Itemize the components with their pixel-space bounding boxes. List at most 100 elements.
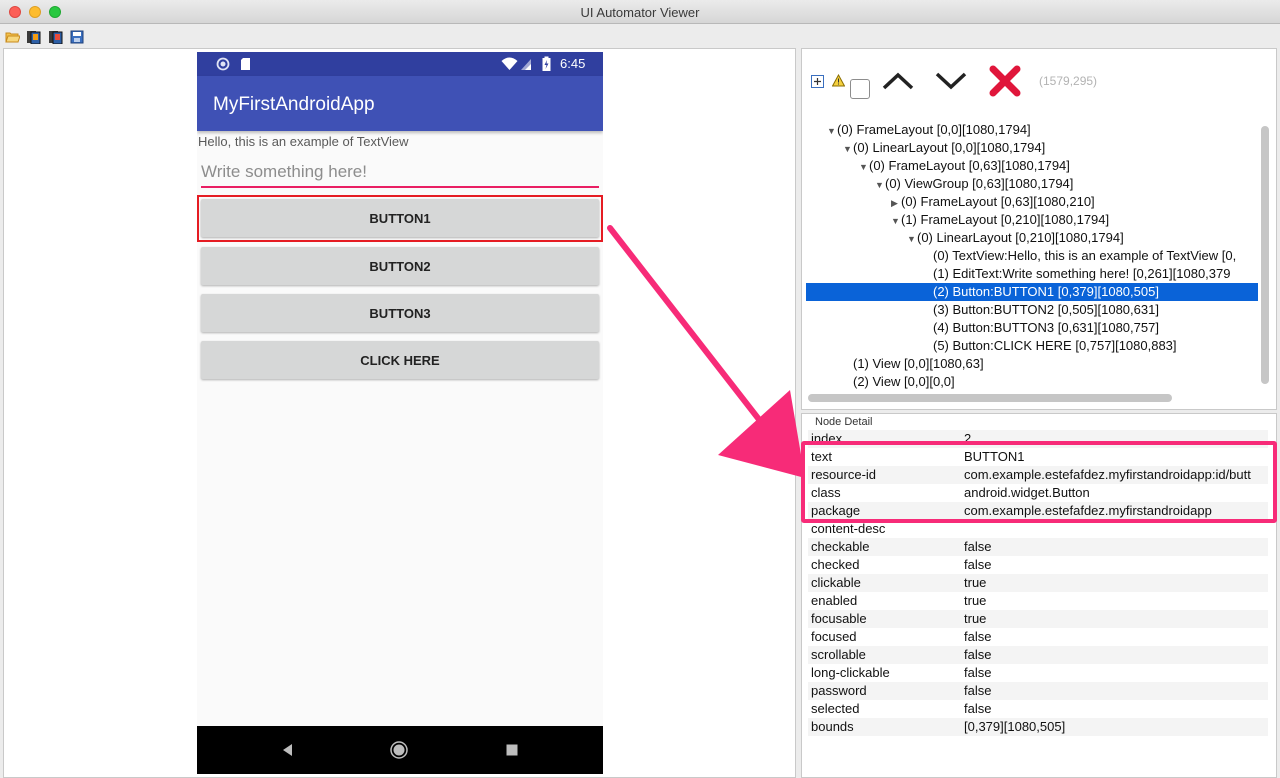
app-toolbar: MyFirstAndroidApp (197, 76, 603, 131)
annotation-arrow (607, 225, 805, 478)
detail-key: clickable (811, 575, 861, 590)
recents-icon[interactable] (506, 744, 518, 756)
tree-node-label: (0) FrameLayout [0,63][1080,210] (901, 194, 1095, 209)
detail-value: false (964, 629, 992, 644)
detail-row-selected: selected false (808, 700, 1268, 718)
detail-key: selected (811, 701, 860, 716)
window-title: UI Automator Viewer (580, 5, 700, 20)
warning-icon[interactable] (832, 74, 845, 87)
detail-row-checkable: checkable false (808, 538, 1268, 556)
button2[interactable]: BUTTON2 (201, 247, 599, 285)
android-status-bar: 6:45 (197, 52, 603, 76)
detail-key: scrollable (811, 647, 866, 662)
tree-horizontal-scrollbar[interactable] (808, 394, 1172, 402)
tree-node[interactable]: ▼(0) LinearLayout [0,210][1080,1794] (806, 229, 1258, 247)
detail-value: false (964, 539, 992, 554)
chevron-up-icon[interactable] (881, 70, 915, 92)
collapse-triangle-icon[interactable]: ▼ (843, 140, 853, 158)
collapse-triangle-icon[interactable]: ▼ (827, 122, 837, 140)
save-icon[interactable] (70, 30, 85, 44)
tree-node-label: (1) View [0,0][1080,63] (853, 356, 984, 371)
detail-key: checked (811, 557, 860, 572)
tree-node[interactable]: (5) Button:CLICK HERE [0,757][1080,883] (806, 337, 1258, 355)
tree-node[interactable]: ▼(0) LinearLayout [0,0][1080,1794] (806, 139, 1258, 157)
detail-row-password: password false (808, 682, 1268, 700)
sd-card-icon (241, 58, 250, 70)
tree-node-label: (5) Button:CLICK HERE [0,757][1080,883] (933, 338, 1177, 353)
expand-triangle-icon[interactable]: ▶ (891, 194, 901, 212)
battery-icon (542, 56, 551, 71)
tree-node-label: (3) Button:BUTTON2 [0,505][1080,631] (933, 302, 1159, 317)
detail-key: password (811, 683, 867, 698)
detail-key: long-clickable (811, 665, 890, 680)
click-here-button[interactable]: CLICK HERE (201, 341, 599, 379)
tree-node[interactable]: ▼(1) FrameLayout [0,210][1080,1794] (806, 211, 1258, 229)
back-icon[interactable] (282, 743, 293, 757)
node-detail-title: Node Detail (815, 416, 873, 428)
expand-all-icon[interactable] (811, 75, 824, 88)
cursor-coordinates: (1579,295) (1039, 74, 1098, 88)
tree-node[interactable]: ▶ (0) FrameLayout [0,63][1080,210] (806, 193, 1258, 211)
sync-icon (216, 57, 230, 71)
tree-node[interactable]: (1) View [0,0][1080,63] (806, 355, 1258, 373)
detail-value: true (964, 611, 987, 626)
tree-node[interactable]: (4) Button:BUTTON3 [0,631][1080,757] (806, 319, 1258, 337)
tree-node-label: (0) FrameLayout [0,63][1080,1794] (869, 158, 1070, 173)
tree-node[interactable]: ▼(0) FrameLayout [0,0][1080,1794] (806, 121, 1258, 139)
chevron-down-icon[interactable] (934, 70, 968, 92)
detail-row-clickable: clickable true (808, 574, 1268, 592)
status-time: 6:45 (560, 56, 586, 71)
hierarchy-tree[interactable]: ▼(0) FrameLayout [0,0][1080,1794] ▼(0) Li… (806, 113, 1258, 389)
device-screen[interactable]: 6:45 MyFirstAndroidApp Hello, this is an… (197, 52, 603, 774)
tree-node[interactable]: (2) Button:BUTTON1 [0,379][1080,505] (806, 283, 1258, 301)
detail-value: false (964, 683, 992, 698)
red-x-icon[interactable] (988, 64, 1022, 98)
tree-node[interactable]: (1) EditText:Write something here! [0,26… (806, 265, 1258, 283)
detail-key: checkable (811, 539, 870, 554)
tree-node[interactable]: (2) View [0,0][0,0] (806, 373, 1258, 389)
main-toolbar (0, 25, 1280, 49)
tree-node[interactable]: (3) Button:BUTTON2 [0,505][1080,631] (806, 301, 1258, 319)
tree-node[interactable]: ▼(0) ViewGroup [0,63][1080,1794] (806, 175, 1258, 193)
collapse-triangle-icon[interactable]: ▼ (891, 212, 901, 230)
filter-checkbox[interactable] (850, 79, 870, 99)
tree-node-label: (1) FrameLayout [0,210][1080,1794] (901, 212, 1110, 227)
window-titlebar: UI Automator Viewer (0, 0, 1280, 24)
collapse-triangle-icon[interactable]: ▼ (859, 158, 869, 176)
detail-value: [0,379][1080,505] (964, 719, 1066, 734)
cell-signal-icon (521, 59, 531, 70)
detail-row-enabled: enabled true (808, 592, 1268, 610)
collapse-triangle-icon[interactable]: ▼ (907, 230, 917, 248)
detail-key: enabled (811, 593, 858, 608)
tree-node-label: (0) ViewGroup [0,63][1080,1794] (885, 176, 1074, 191)
detail-row-checked: checked false (808, 556, 1268, 574)
tree-node[interactable]: (0) TextView:Hello, this is an example o… (806, 247, 1258, 265)
tree-node-label: (2) Button:BUTTON1 [0,379][1080,505] (933, 284, 1159, 299)
tree-node-label: (1) EditText:Write something here! [0,26… (933, 266, 1231, 281)
android-nav-bar (197, 726, 603, 774)
tree-node-label: (0) LinearLayout [0,210][1080,1794] (917, 230, 1124, 245)
tree-node-label: (0) FrameLayout [0,0][1080,1794] (837, 122, 1031, 137)
detail-value: false (964, 557, 992, 572)
detail-row-focused: focused false (808, 628, 1268, 646)
detail-row-bounds: bounds [0,379][1080,505] (808, 718, 1268, 736)
detail-highlight-box (801, 441, 1277, 523)
collapse-triangle-icon[interactable]: ▼ (875, 176, 885, 194)
open-folder-icon[interactable] (5, 30, 20, 44)
tree-node-label: (0) TextView:Hello, this is an example o… (933, 248, 1237, 263)
app-title: MyFirstAndroidApp (213, 94, 375, 115)
detail-value: false (964, 701, 992, 716)
detail-key: focusable (811, 611, 867, 626)
button3[interactable]: BUTTON3 (201, 294, 599, 332)
tree-vertical-scrollbar[interactable] (1261, 126, 1269, 384)
tree-node-label: (4) Button:BUTTON3 [0,631][1080,757] (933, 320, 1159, 335)
home-icon[interactable] (390, 741, 408, 759)
tree-node[interactable]: ▼(0) FrameLayout [0,63][1080,1794] (806, 157, 1258, 175)
wifi-icon (501, 57, 518, 70)
detail-key: bounds (811, 719, 854, 734)
device-screenshot-compressed-icon[interactable] (48, 30, 63, 44)
selected-node-highlight (197, 195, 603, 242)
device-screenshot-icon[interactable] (26, 30, 41, 44)
detail-value: false (964, 665, 992, 680)
edittext-input[interactable]: Write something here! (201, 162, 599, 188)
